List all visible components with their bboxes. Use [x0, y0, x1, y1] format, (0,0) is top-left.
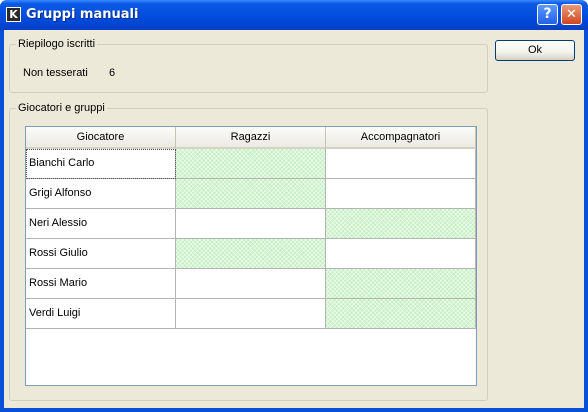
player-name-cell[interactable]: Verdi Luigi — [26, 299, 176, 329]
non-tesserati-count: 6 — [109, 67, 116, 79]
group-cell-ragazzi[interactable] — [176, 209, 326, 239]
close-button[interactable]: ✕ — [561, 4, 582, 25]
dialog-window: K Gruppi manuali ? ✕ Riepilogo iscritti … — [0, 0, 588, 412]
help-button[interactable]: ? — [537, 4, 558, 25]
title-bar[interactable]: K Gruppi manuali ? ✕ — [0, 0, 588, 30]
column-header-accompagnatori[interactable]: Accompagnatori — [326, 127, 476, 149]
non-tesserati-label: Non tesserati — [23, 67, 88, 79]
window-title: Gruppi manuali — [26, 7, 139, 22]
group-cell-accompagnatori[interactable] — [326, 149, 476, 179]
summary-legend: Riepilogo iscritti — [16, 38, 98, 51]
player-name-cell[interactable]: Grigi Alfonso — [26, 179, 176, 209]
column-header-giocatore[interactable]: Giocatore — [26, 127, 176, 149]
group-cell-accompagnatori-selected[interactable] — [326, 269, 476, 299]
group-cell-accompagnatori[interactable] — [326, 179, 476, 209]
player-name-cell[interactable]: Neri Alessio — [26, 209, 176, 239]
column-header-ragazzi[interactable]: Ragazzi — [176, 127, 326, 149]
group-cell-ragazzi[interactable] — [176, 269, 326, 299]
group-cell-ragazzi[interactable] — [176, 299, 326, 329]
player-name-cell[interactable]: Bianchi Carlo — [26, 149, 176, 179]
player-name-cell[interactable]: Rossi Giulio — [26, 239, 176, 269]
group-cell-accompagnatori-selected[interactable] — [326, 209, 476, 239]
group-cell-ragazzi-selected[interactable] — [176, 239, 326, 269]
player-name-cell[interactable]: Rossi Mario — [26, 269, 176, 299]
dialog-body: Riepilogo iscritti Non tesserati 6 Ok Gi… — [4, 30, 584, 408]
group-cell-ragazzi-selected[interactable] — [176, 149, 326, 179]
group-cell-accompagnatori[interactable] — [326, 239, 476, 269]
players-legend: Giocatori e gruppi — [16, 102, 107, 115]
group-cell-accompagnatori-selected[interactable] — [326, 299, 476, 329]
players-grid[interactable]: Giocatore Ragazzi Accompagnatori Bianchi… — [25, 126, 477, 386]
group-cell-ragazzi-selected[interactable] — [176, 179, 326, 209]
ok-button[interactable]: Ok — [495, 40, 575, 61]
app-icon: K — [6, 7, 21, 22]
